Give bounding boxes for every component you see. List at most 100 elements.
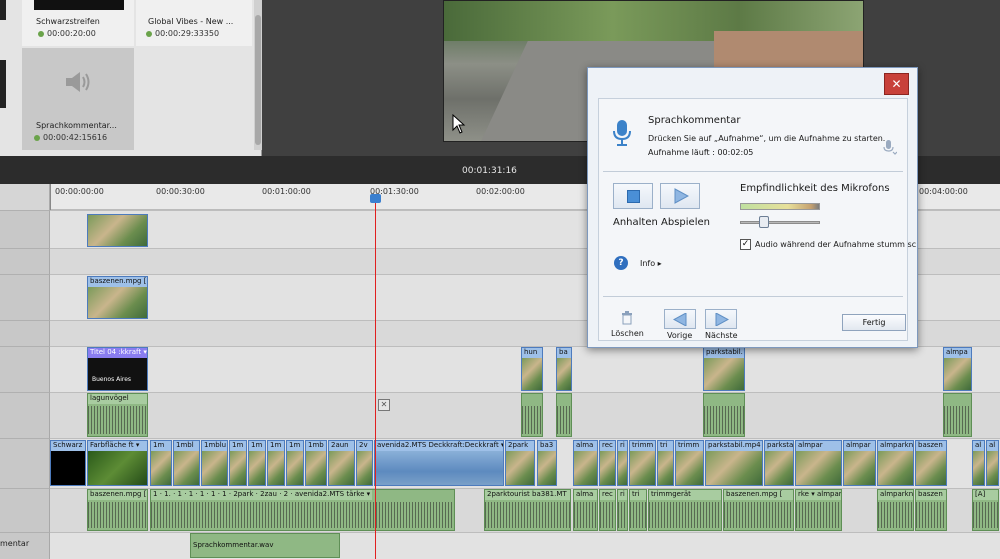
play-button[interactable] bbox=[660, 183, 700, 209]
audio-clip[interactable]: baszen bbox=[915, 489, 947, 531]
video-clip[interactable]: 2park bbox=[505, 440, 535, 486]
video-clip[interactable]: avenida2.MTS Deckkraft:Deckkraft ▾ bbox=[374, 440, 504, 486]
track-header[interactable] bbox=[0, 274, 50, 320]
sensitivity-slider-handle[interactable] bbox=[759, 216, 769, 228]
delete-label[interactable]: Löschen bbox=[611, 329, 644, 338]
video-clip[interactable]: baszen bbox=[915, 440, 947, 486]
clip-label: baszenen.mpg [ bbox=[88, 277, 147, 287]
audio-clip[interactable]: 2parktourist ba381.MT bbox=[484, 489, 571, 531]
audio-clip[interactable]: almparkn bbox=[877, 489, 914, 531]
video-clip[interactable]: 1m bbox=[286, 440, 304, 486]
video-clip[interactable]: hun bbox=[521, 347, 543, 391]
audio-clip[interactable]: trimmgerät bbox=[648, 489, 722, 531]
video-clip[interactable]: almparkn bbox=[877, 440, 914, 486]
video-clip[interactable]: ba bbox=[556, 347, 572, 391]
clip-name: 1 bbox=[188, 490, 194, 498]
clip-label: ri bbox=[618, 490, 627, 500]
previous-label: Vorige bbox=[667, 331, 693, 340]
video-clip[interactable]: 1mbl bbox=[173, 440, 200, 486]
audio-clip[interactable]: ri bbox=[617, 489, 628, 531]
audio-clip[interactable] bbox=[556, 393, 572, 437]
video-clip[interactable]: ba3 bbox=[537, 440, 557, 486]
waveform bbox=[574, 502, 597, 528]
video-clip[interactable]: 1m bbox=[229, 440, 247, 486]
bin-scrollbar-thumb[interactable] bbox=[255, 15, 261, 145]
video-clip[interactable]: Farbfläche ft ▾ bbox=[87, 440, 148, 486]
video-clip[interactable]: tri bbox=[657, 440, 674, 486]
info-toggle[interactable]: Info ▸ bbox=[640, 259, 662, 268]
video-clip[interactable]: 1m bbox=[150, 440, 172, 486]
video-clip[interactable] bbox=[87, 214, 148, 247]
audio-clip[interactable]: lagunvögel bbox=[87, 393, 148, 437]
audio-clip[interactable]: [A] bbox=[972, 489, 999, 531]
video-clip[interactable]: alma bbox=[573, 440, 598, 486]
track-header[interactable] bbox=[0, 320, 50, 346]
bin-tile-sprachkommentar[interactable]: Sprachkommentar... 00:00:42:15616 bbox=[22, 48, 134, 150]
video-clip[interactable]: al bbox=[986, 440, 999, 486]
clip-thumbnail bbox=[796, 451, 841, 485]
video-clip[interactable]: ri bbox=[617, 440, 628, 486]
playhead-handle[interactable] bbox=[370, 194, 381, 203]
audio-clip[interactable] bbox=[703, 393, 745, 437]
info-icon[interactable]: ? bbox=[614, 256, 628, 270]
track-header[interactable] bbox=[0, 248, 50, 274]
clip-label: 1m bbox=[287, 441, 303, 451]
video-clip[interactable]: trimm bbox=[675, 440, 704, 486]
previous-button[interactable] bbox=[664, 309, 696, 329]
microphone-settings-icon[interactable] bbox=[883, 140, 898, 156]
transition-icon[interactable]: ✕ bbox=[378, 399, 390, 411]
transport-labels: Anhalten Abspielen bbox=[613, 217, 710, 228]
stop-button[interactable] bbox=[613, 183, 653, 209]
video-clip[interactable]: almpar bbox=[843, 440, 876, 486]
track-header[interactable] bbox=[0, 392, 50, 438]
clip-name: baszenen.mpg [ bbox=[726, 490, 783, 498]
audio-clip[interactable]: 1 · 1. · 1 · 1 · 1 · 1 · 1 · 2park · 2za… bbox=[150, 489, 455, 531]
clip-label: trimm bbox=[676, 441, 703, 451]
clip-label: 1m bbox=[230, 441, 246, 451]
track-header[interactable] bbox=[0, 210, 50, 248]
audio-clip[interactable] bbox=[943, 393, 972, 437]
audio-clip[interactable]: baszenen.mpg [ bbox=[87, 489, 148, 531]
mute-audio-checkbox[interactable]: ✓ bbox=[740, 239, 751, 250]
bin-tile-global-vibes[interactable]: Global Vibes - New ... 00:00:29:33350 bbox=[136, 0, 252, 46]
title-clip[interactable]: Titel 04 :kkraft ▾ Buenos Aires bbox=[87, 347, 148, 391]
video-clip[interactable]: almpa bbox=[943, 347, 972, 391]
track-header[interactable] bbox=[0, 438, 50, 488]
track-header[interactable] bbox=[0, 488, 50, 532]
sensitivity-slider[interactable] bbox=[740, 221, 820, 224]
video-clip[interactable]: 1m bbox=[248, 440, 266, 486]
playhead[interactable] bbox=[375, 196, 376, 559]
video-clip[interactable]: parksta bbox=[764, 440, 794, 486]
video-clip[interactable]: trimm bbox=[629, 440, 656, 486]
audio-clip[interactable]: tri bbox=[629, 489, 647, 531]
sensitivity-label: Empfindlichkeit des Mikrofons bbox=[740, 183, 890, 194]
video-clip[interactable]: baszenen.mpg [ bbox=[87, 276, 148, 319]
trash-icon[interactable] bbox=[620, 311, 634, 325]
video-clip[interactable]: rec bbox=[599, 440, 616, 486]
video-clip[interactable]: 2v bbox=[356, 440, 373, 486]
video-clip[interactable]: almpar bbox=[795, 440, 842, 486]
current-time: 00:01:31:16 bbox=[462, 166, 517, 176]
audio-clip[interactable]: rec bbox=[599, 489, 616, 531]
video-clip[interactable]: 1mblu bbox=[201, 440, 228, 486]
video-clip[interactable]: parkstabil.mp4 bbox=[705, 440, 763, 486]
video-clip[interactable]: 1m bbox=[267, 440, 285, 486]
audio-clip[interactable]: rke ▾ almpar bbox=[795, 489, 842, 531]
clip-thumbnail bbox=[944, 358, 971, 390]
audio-clip[interactable]: baszenen.mpg [ bbox=[723, 489, 794, 531]
close-button[interactable]: ✕ bbox=[884, 73, 909, 95]
track-header[interactable] bbox=[0, 346, 50, 392]
bin-tile-schwarzstreifen[interactable]: Schwarzstreifen 00:00:20:00 bbox=[22, 0, 134, 46]
video-clip[interactable]: 2aun bbox=[328, 440, 355, 486]
video-clip[interactable]: al bbox=[972, 440, 985, 486]
audio-clip[interactable]: alma bbox=[573, 489, 598, 531]
stop-icon bbox=[627, 190, 640, 203]
next-button[interactable] bbox=[705, 309, 737, 329]
clip-label: ba3 bbox=[538, 441, 556, 451]
audio-clip[interactable] bbox=[521, 393, 543, 437]
done-button[interactable]: Fertig bbox=[842, 314, 906, 331]
video-clip[interactable]: 1mb bbox=[305, 440, 327, 486]
video-clip[interactable]: parkstabil. bbox=[703, 347, 745, 391]
narration-clip[interactable]: Sprachkommentar.wav bbox=[190, 533, 340, 558]
video-clip[interactable]: Schwarz bbox=[50, 440, 86, 486]
